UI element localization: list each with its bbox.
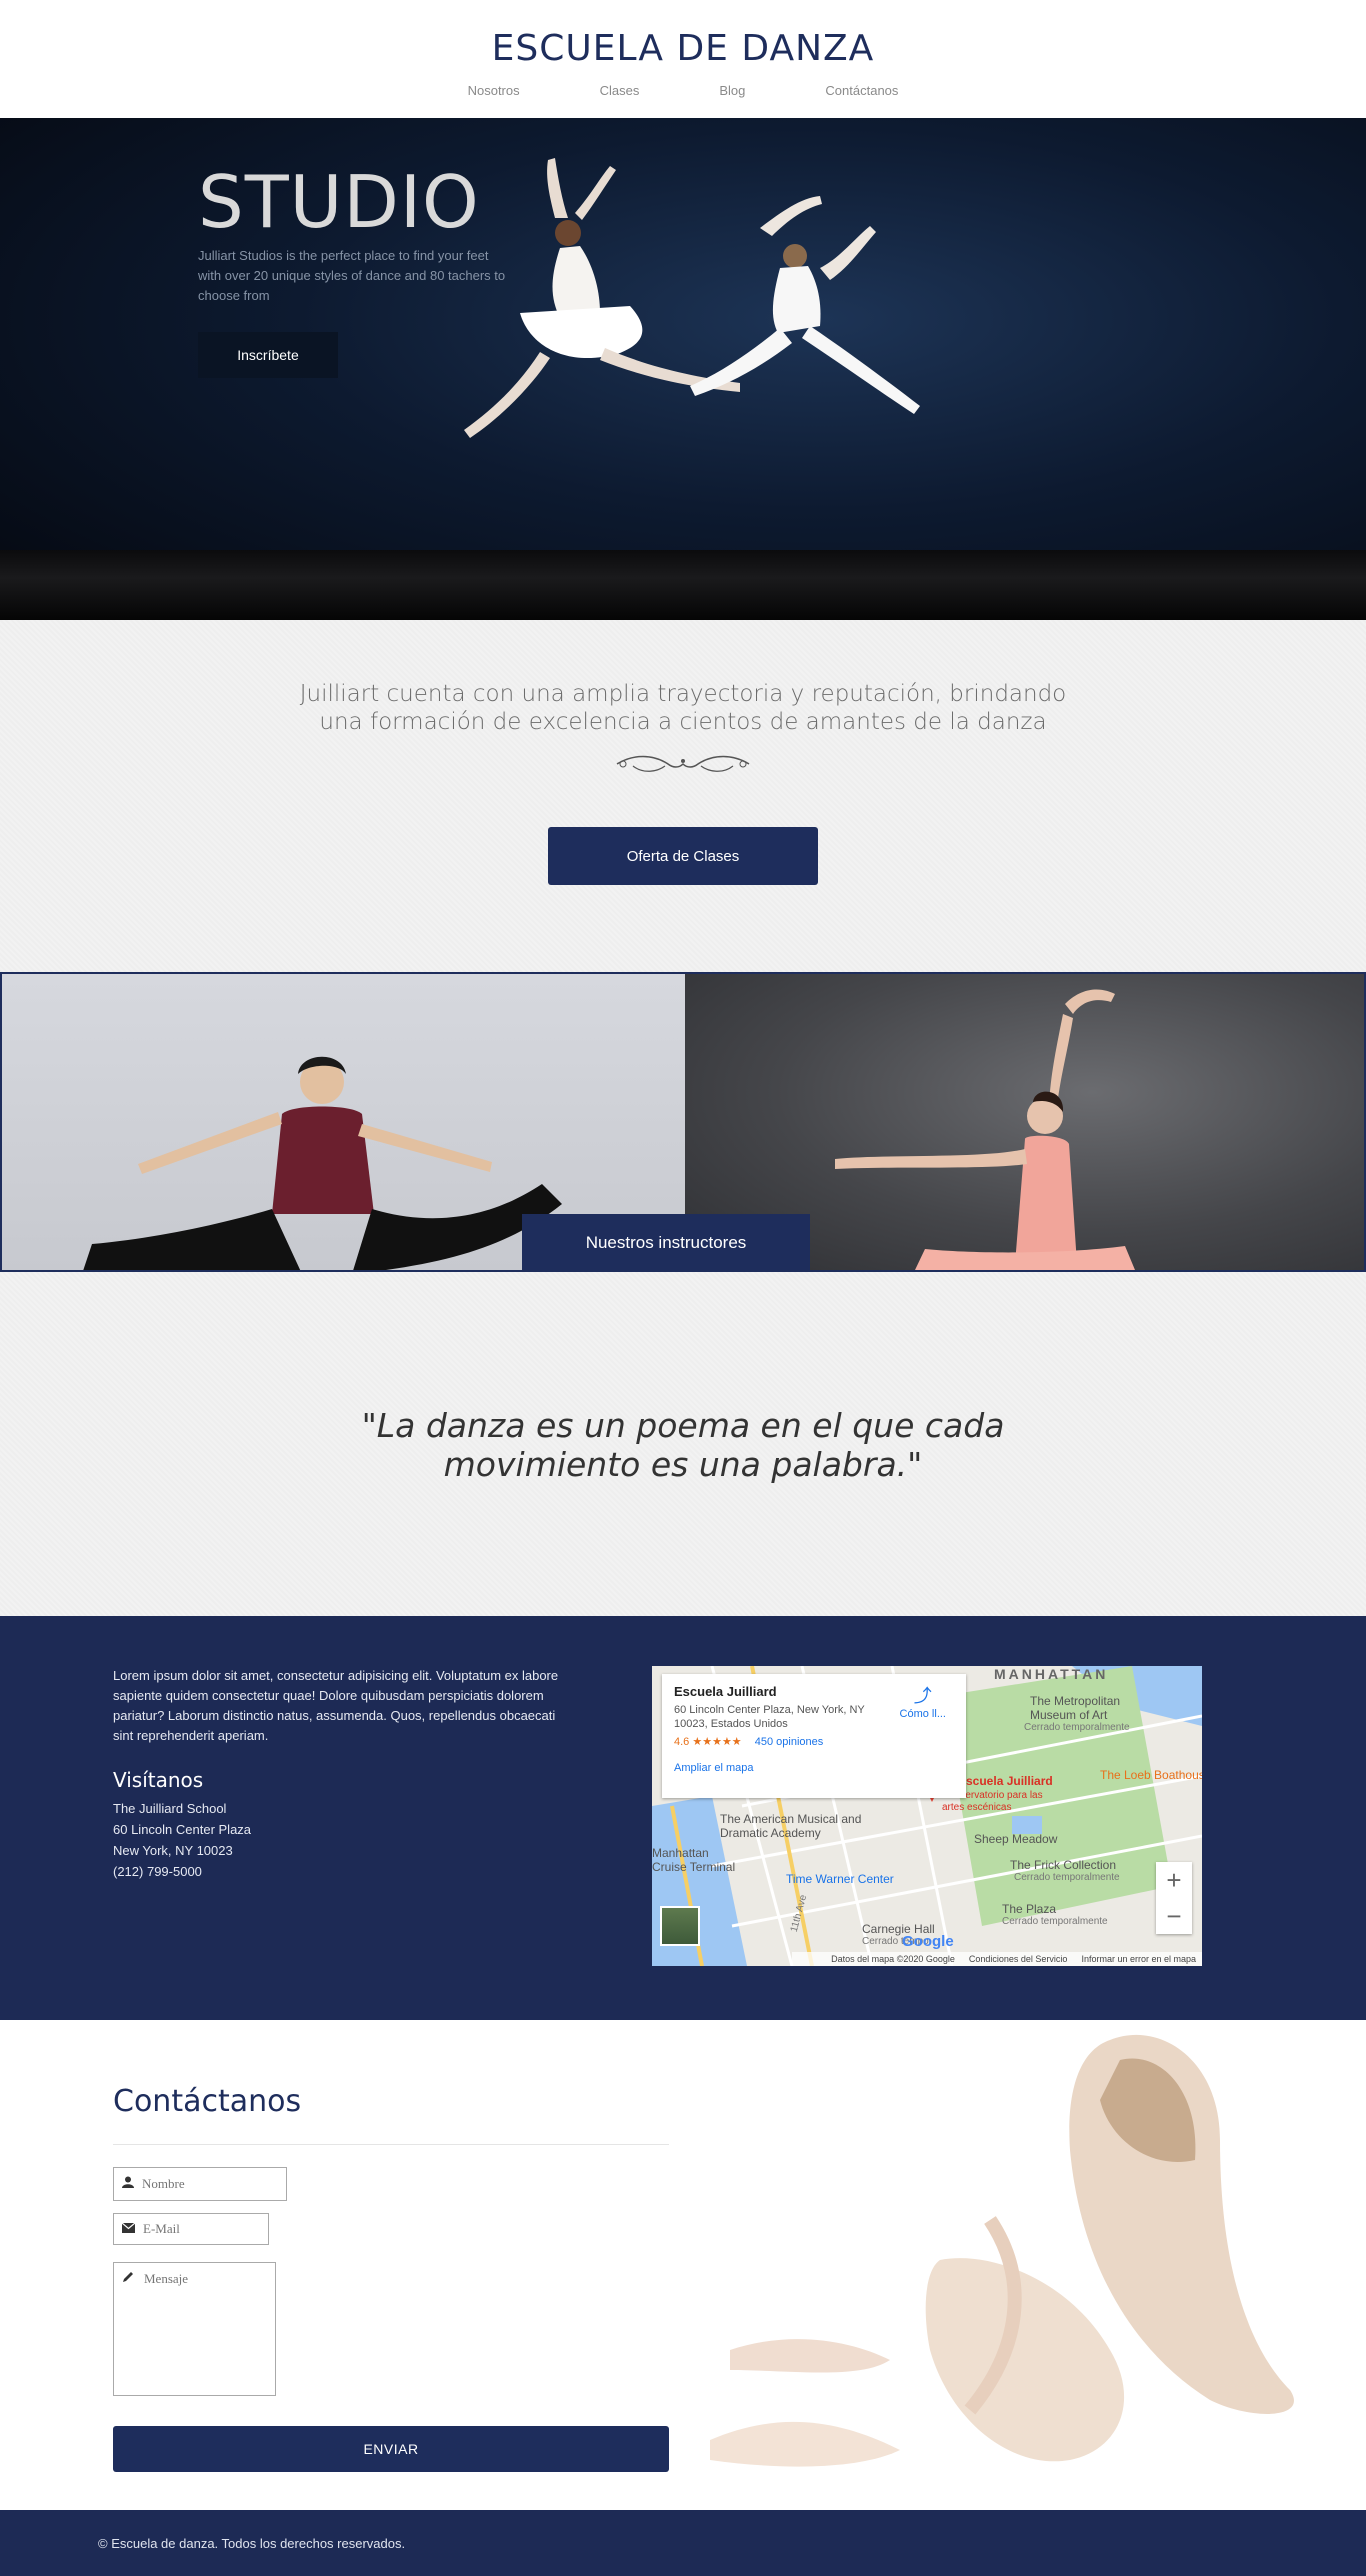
map-label-loeb[interactable]: The Loeb Boathouse	[1100, 1768, 1202, 1782]
name-input[interactable]	[142, 2176, 302, 2192]
ballet-shoes-image	[710, 2034, 1294, 2467]
user-icon	[122, 2176, 134, 2192]
hero-title: STUDIO	[198, 160, 480, 244]
dance-quote: "La danza es un poema en el que cada mov…	[361, 1406, 1005, 1484]
intro-text: Juilliart cuenta con una amplia trayecto…	[299, 681, 1067, 735]
zoom-out-button[interactable]: −	[1156, 1898, 1192, 1934]
map-label-amda[interactable]: The American Musical and Dramatic Academ…	[720, 1812, 900, 1840]
map-label-closed-plaza: Cerrado temporalmente	[1002, 1916, 1108, 1927]
nav-link-clases[interactable]: Clases	[600, 83, 640, 98]
site-header: ESCUELA DE DANZA Nosotros Clases Blog Co…	[0, 0, 1366, 118]
map-directions-link[interactable]: ⤴ Cómo ll...	[900, 1682, 946, 1720]
school-name: The Juilliard School	[113, 1801, 227, 1816]
google-logo: Google	[902, 1933, 954, 1950]
classes-offer-button[interactable]: Oferta de Clases	[548, 827, 818, 885]
map-zoom-control: + −	[1156, 1862, 1192, 1934]
map-label-plaza[interactable]: The Plaza	[1002, 1902, 1056, 1916]
map-terms-link[interactable]: Condiciones del Servicio	[969, 1954, 1068, 1964]
map-rating-value: 4.6	[674, 1736, 690, 1748]
nav-link-blog[interactable]: Blog	[719, 83, 745, 98]
info-section: Lorem ipsum dolor sit amet, consectetur …	[0, 1616, 1366, 2020]
dancers-image	[464, 158, 920, 438]
map-label-time-warner[interactable]: Time Warner Center	[786, 1872, 894, 1886]
envelope-icon	[121, 2222, 136, 2237]
ornament-divider	[0, 752, 1366, 781]
signup-button[interactable]: Inscríbete	[198, 332, 338, 378]
map-label-closed-frick: Cerrado temporalmente	[1014, 1872, 1120, 1883]
copyright-text: © Escuela de danza. Todos los derechos r…	[98, 2535, 406, 2551]
map-label-closed-met: Cerrado temporalmente	[1024, 1722, 1130, 1733]
map-label-sheep-meadow[interactable]: Sheep Meadow	[974, 1832, 1057, 1846]
map-label-manhattan: MANHATTAN	[994, 1666, 1109, 1682]
phone-number: (212) 799-5000	[113, 1864, 202, 1879]
star-icon: ★★★★★	[692, 1736, 742, 1748]
message-field[interactable]	[113, 2262, 276, 2396]
map-directions-label: Cómo ll...	[899, 1708, 946, 1720]
map-label-frick[interactable]: The Frick Collection	[1010, 1858, 1116, 1872]
directions-icon: ⤴	[913, 1686, 932, 1706]
nav-link-nosotros[interactable]: Nosotros	[468, 83, 520, 98]
map-place-card: Escuela Juilliard 60 Lincoln Center Plaz…	[662, 1674, 966, 1798]
satellite-toggle[interactable]	[660, 1906, 700, 1946]
site-title[interactable]: ESCUELA DE DANZA	[0, 0, 1366, 69]
map-enlarge-link[interactable]: Ampliar el mapa	[674, 1762, 954, 1774]
email-field[interactable]	[113, 2213, 303, 2245]
street-address: 60 Lincoln Center Plaza	[113, 1822, 252, 1837]
map-label-met[interactable]: The Metropolitan Museum of Art	[1030, 1694, 1160, 1722]
hero-subtitle: Julliart Studios is the perfect place to…	[198, 248, 506, 303]
contact-title: Contáctanos	[113, 2084, 302, 2119]
main-nav: Nosotros Clases Blog Contáctanos	[0, 83, 1366, 98]
map-report-link[interactable]: Informar un error en el mapa	[1081, 1954, 1196, 1964]
instructors-button[interactable]: Nuestros instructores	[522, 1214, 810, 1272]
map-label-cruise-terminal[interactable]: Manhattan Cruise Terminal	[652, 1846, 742, 1874]
pencil-icon	[122, 2271, 136, 2287]
intro-section: Juilliart cuenta con una amplia trayecto…	[0, 620, 1366, 972]
contact-divider	[113, 2144, 669, 2145]
google-map[interactable]: MANHATTAN The Metropolitan Museum of Art…	[652, 1666, 1202, 1966]
name-field[interactable]	[113, 2167, 302, 2201]
info-paragraph: Lorem ipsum dolor sit amet, consectetur …	[113, 1668, 559, 1743]
map-reviews-link[interactable]: 450 opiniones	[755, 1736, 824, 1748]
map-label-juilliard[interactable]: Escuela Juilliard	[958, 1774, 1053, 1788]
zoom-in-button[interactable]: +	[1156, 1862, 1192, 1898]
map-rating: 4.6 ★★★★★ 450 opiniones	[674, 1735, 954, 1748]
hero-section: STUDIO Julliart Studios is the perfect p…	[0, 118, 1366, 620]
city-address: New York, NY 10023	[113, 1843, 233, 1858]
stage-floor	[0, 550, 1366, 620]
map-data-credit: Datos del mapa ©2020 Google	[831, 1954, 955, 1964]
email-input[interactable]	[143, 2221, 303, 2237]
map-place-address: 60 Lincoln Center Plaza, New York, NY 10…	[674, 1704, 865, 1730]
quote-section: "La danza es un poema en el que cada mov…	[0, 1272, 1366, 1616]
map-footer: Datos del mapa ©2020 Google Condiciones …	[792, 1952, 1202, 1966]
site-footer: © Escuela de danza. Todos los derechos r…	[0, 2510, 1366, 2576]
visit-title: Visítanos	[113, 1768, 204, 1792]
nav-link-contactanos[interactable]: Contáctanos	[825, 83, 898, 98]
message-input[interactable]	[144, 2271, 275, 2391]
send-button[interactable]: ENVIAR	[113, 2426, 669, 2472]
instructors-section: Nuestros instructores	[0, 972, 1366, 1272]
contact-section: Contáctanos ENVIAR	[0, 2020, 1366, 2510]
visit-address: The Juilliard School 60 Lincoln Center P…	[113, 1798, 251, 1882]
